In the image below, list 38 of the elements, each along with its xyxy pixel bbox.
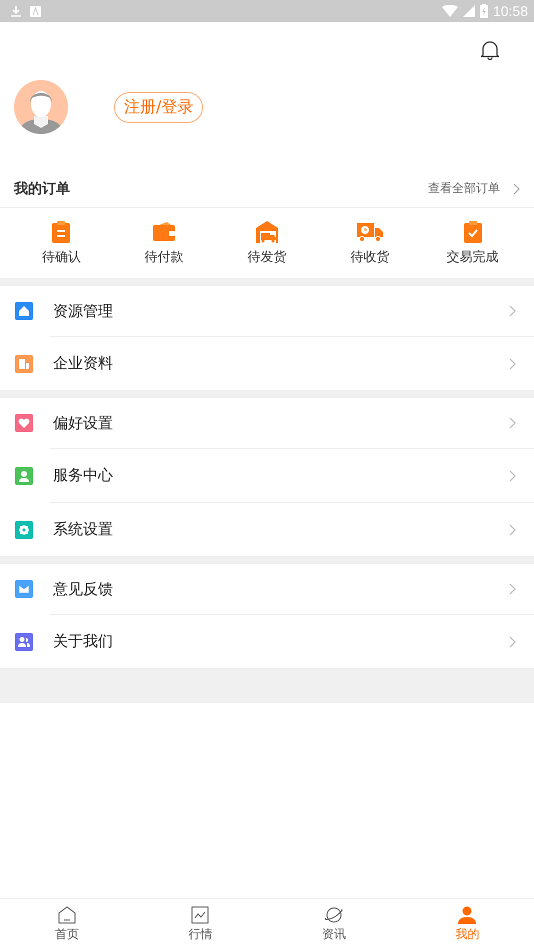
chevron-icon [509,305,516,317]
order-status-item[interactable]: 交易完成 [428,220,518,266]
order-status-item[interactable]: 待发货 [222,220,312,266]
home-icon [58,906,76,924]
tab-bar-item[interactable]: 资讯 [267,899,400,950]
tab-bar-item[interactable]: 首页 [0,899,134,950]
wallet-icon [153,220,176,242]
menu-item[interactable]: 服务中心 [50,448,534,502]
clipboard-check-icon [462,220,484,242]
chart-icon [191,906,210,924]
chevron-icon [509,636,516,648]
user-icon [458,906,476,924]
order-status-item[interactable]: 待付款 [119,220,210,266]
chevron-icon [509,358,516,370]
menu-item[interactable]: 偏好设置 [0,398,534,448]
orders-title: 我的订单 [14,180,71,198]
truck-icon [356,220,383,242]
view-all-orders-link[interactable]: 查看全部订单 [428,180,500,197]
notification-bell-icon[interactable] [481,40,499,60]
order-status-item[interactable]: 待收货 [324,220,415,266]
order-status-item[interactable]: 待确认 [16,220,106,266]
wifi-icon [442,5,458,17]
warehouse-truck-icon [256,220,278,242]
chevron-icon [509,524,516,536]
menu-item[interactable]: 资源管理 [0,286,534,336]
avatar-icon[interactable] [14,80,68,134]
battery-icon [480,4,488,18]
chevron-icon [513,182,520,194]
signal-icon [462,5,475,17]
chevron-icon [509,417,516,429]
planet-icon [324,906,344,924]
clipboard-icon [50,220,72,242]
chevron-icon [509,583,516,595]
tab-bar-item[interactable]: 行情 [134,899,267,950]
download-icon [10,5,22,17]
keyboard-icon [30,6,41,16]
chevron-icon [509,470,516,482]
menu-item[interactable]: 意见反馈 [0,564,534,614]
